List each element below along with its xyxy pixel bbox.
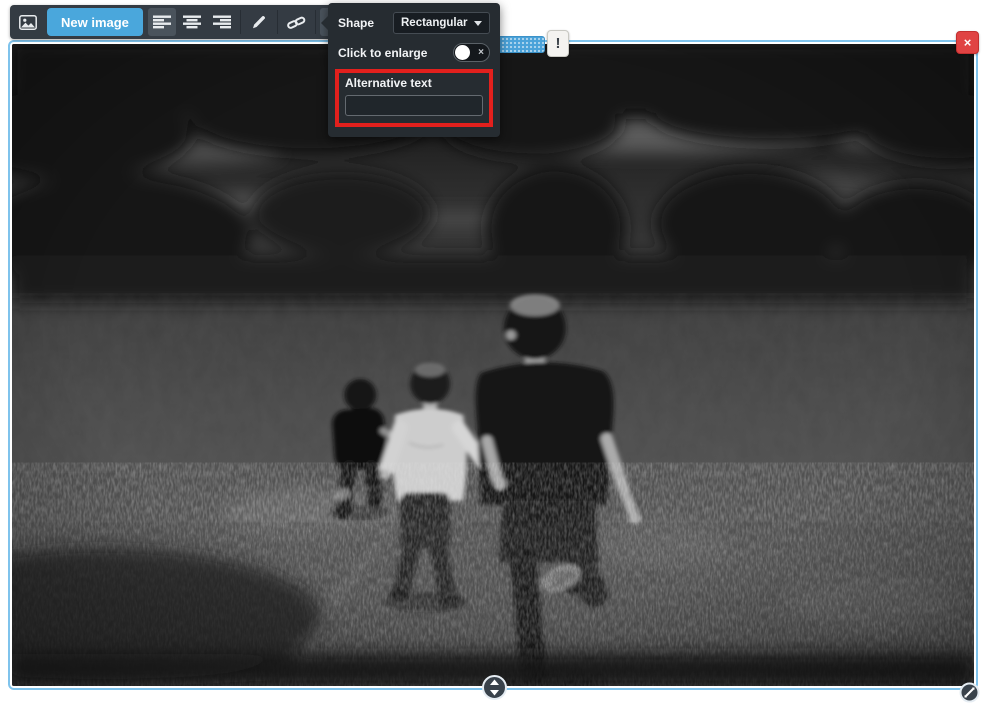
image-settings-panel: Shape Rectangular Click to enlarge × Alt… <box>328 3 500 137</box>
resize-vertical-handle[interactable] <box>481 674 508 701</box>
image-toolbar: New image <box>10 5 363 39</box>
exclamation-icon: ! <box>556 36 561 51</box>
shape-row: Shape Rectangular <box>338 12 490 34</box>
close-icon: × <box>964 36 972 49</box>
toolbar-divider <box>315 10 316 34</box>
panel-pointer-arrow <box>321 16 328 30</box>
link-button[interactable] <box>282 8 311 36</box>
align-right-button[interactable] <box>208 8 236 36</box>
image-selection-frame[interactable] <box>8 40 978 690</box>
element-options-button[interactable]: ! <box>547 30 569 57</box>
image-source-button[interactable] <box>14 8 42 36</box>
enlarge-row: Click to enlarge × <box>338 43 490 62</box>
photo-illustration <box>12 44 974 686</box>
image-icon <box>19 15 37 30</box>
toggle-off-icon: × <box>478 48 484 58</box>
align-right-icon <box>213 15 231 29</box>
align-left-icon <box>153 15 171 29</box>
link-icon <box>287 14 306 30</box>
alt-text-input[interactable] <box>345 95 483 116</box>
enlarge-label: Click to enlarge <box>338 46 427 60</box>
enlarge-toggle[interactable]: × <box>453 43 490 62</box>
edit-image-button[interactable] <box>245 8 273 36</box>
delete-image-button[interactable]: × <box>956 31 979 54</box>
shape-selected-value: Rectangular <box>401 17 467 29</box>
photo-canvas <box>12 44 974 686</box>
pencil-icon <box>251 14 267 30</box>
align-left-button[interactable] <box>148 8 176 36</box>
align-center-button[interactable] <box>178 8 206 36</box>
shape-label: Shape <box>338 16 374 30</box>
new-image-button[interactable]: New image <box>47 8 143 36</box>
alt-text-highlight-box: Alternative text <box>335 69 493 127</box>
toolbar-divider <box>240 10 241 34</box>
toolbar-divider <box>277 10 278 34</box>
align-center-icon <box>183 15 201 29</box>
resize-vertical-icon <box>481 674 508 701</box>
toggle-knob <box>455 45 470 60</box>
chevron-down-icon <box>474 21 482 26</box>
alt-text-label: Alternative text <box>345 76 483 90</box>
shape-select[interactable]: Rectangular <box>393 12 490 34</box>
